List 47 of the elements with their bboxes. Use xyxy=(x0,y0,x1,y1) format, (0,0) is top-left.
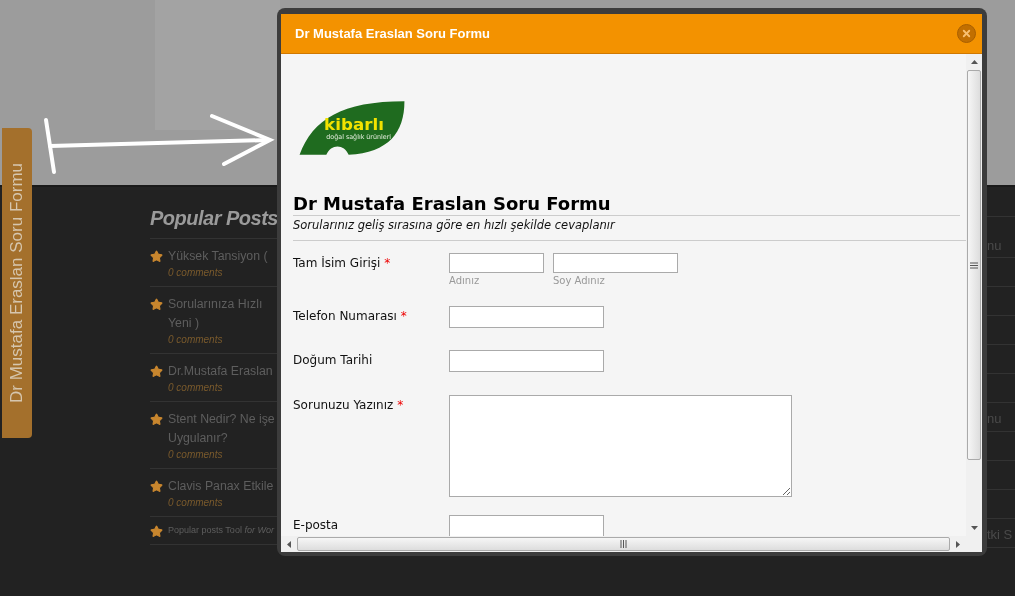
form-subtitle: Sorularınız geliş sırasına göre en hızlı şekilde cevaplanır xyxy=(293,216,966,241)
post-link[interactable]: Sorularınıza Hızlı xyxy=(168,295,263,314)
field-label: Tam İsim Girişi * xyxy=(293,255,392,272)
star-icon xyxy=(150,480,163,493)
field-label: Sorunuzu Yazınız * xyxy=(293,396,405,414)
field-label: Doğum Tarihi xyxy=(293,352,374,370)
down-triangle-icon xyxy=(970,526,978,530)
grip-icon xyxy=(620,540,627,548)
text-input[interactable] xyxy=(449,350,604,373)
star-icon xyxy=(150,250,163,263)
field-label: E-posta xyxy=(293,517,340,535)
text-input[interactable] xyxy=(449,305,604,328)
question-textarea[interactable] xyxy=(449,394,792,497)
post-link[interactable]: Yeni ) xyxy=(168,314,263,333)
horizontal-scrollbar[interactable] xyxy=(281,536,982,552)
comment-count[interactable]: 0 comments xyxy=(168,381,273,395)
text-input[interactable] xyxy=(449,515,604,536)
star-icon xyxy=(150,365,163,378)
scroll-thumb[interactable] xyxy=(967,70,981,460)
post-link[interactable]: Stent Nedir? Ne işe xyxy=(168,410,275,429)
comment-count[interactable]: 0 comments xyxy=(168,266,268,280)
dialog-title: Dr Mustafa Eraslan Soru Formu xyxy=(295,26,491,41)
name-input[interactable] xyxy=(553,253,678,273)
right-triangle-icon xyxy=(956,540,960,548)
field-label: Telefon Numarası * xyxy=(293,307,408,325)
form-title: Dr Mustafa Eraslan Soru Formu xyxy=(293,193,960,216)
left-triangle-icon xyxy=(287,540,291,548)
grip-icon xyxy=(970,261,978,269)
scroll-thumb[interactable] xyxy=(297,537,950,551)
input-hint: Soy Adınız xyxy=(553,274,606,286)
comment-count[interactable]: 0 comments xyxy=(168,333,263,347)
comment-count[interactable]: 0 comments xyxy=(168,496,274,510)
post-link[interactable]: Yüksek Tansiyon ( xyxy=(168,247,268,266)
post-link[interactable]: Dr.Mustafa Eraslan xyxy=(168,362,273,381)
up-triangle-icon xyxy=(970,60,978,64)
close-icon xyxy=(961,28,972,39)
comment-count[interactable]: 0 comments xyxy=(168,448,275,462)
vertical-scrollbar[interactable] xyxy=(966,54,982,536)
post-link[interactable]: Uygulanır? xyxy=(168,429,275,448)
input-hint: Adınız xyxy=(449,274,481,286)
name-input[interactable] xyxy=(449,253,544,273)
star-icon xyxy=(150,525,163,538)
close-button[interactable] xyxy=(957,24,976,43)
star-icon xyxy=(150,413,163,426)
side-tab[interactable]: Dr Mustafa Eraslan Soru Formu xyxy=(2,128,32,438)
star-icon xyxy=(150,298,163,311)
post-link[interactable]: Clavis Panax Etkile xyxy=(168,477,274,496)
